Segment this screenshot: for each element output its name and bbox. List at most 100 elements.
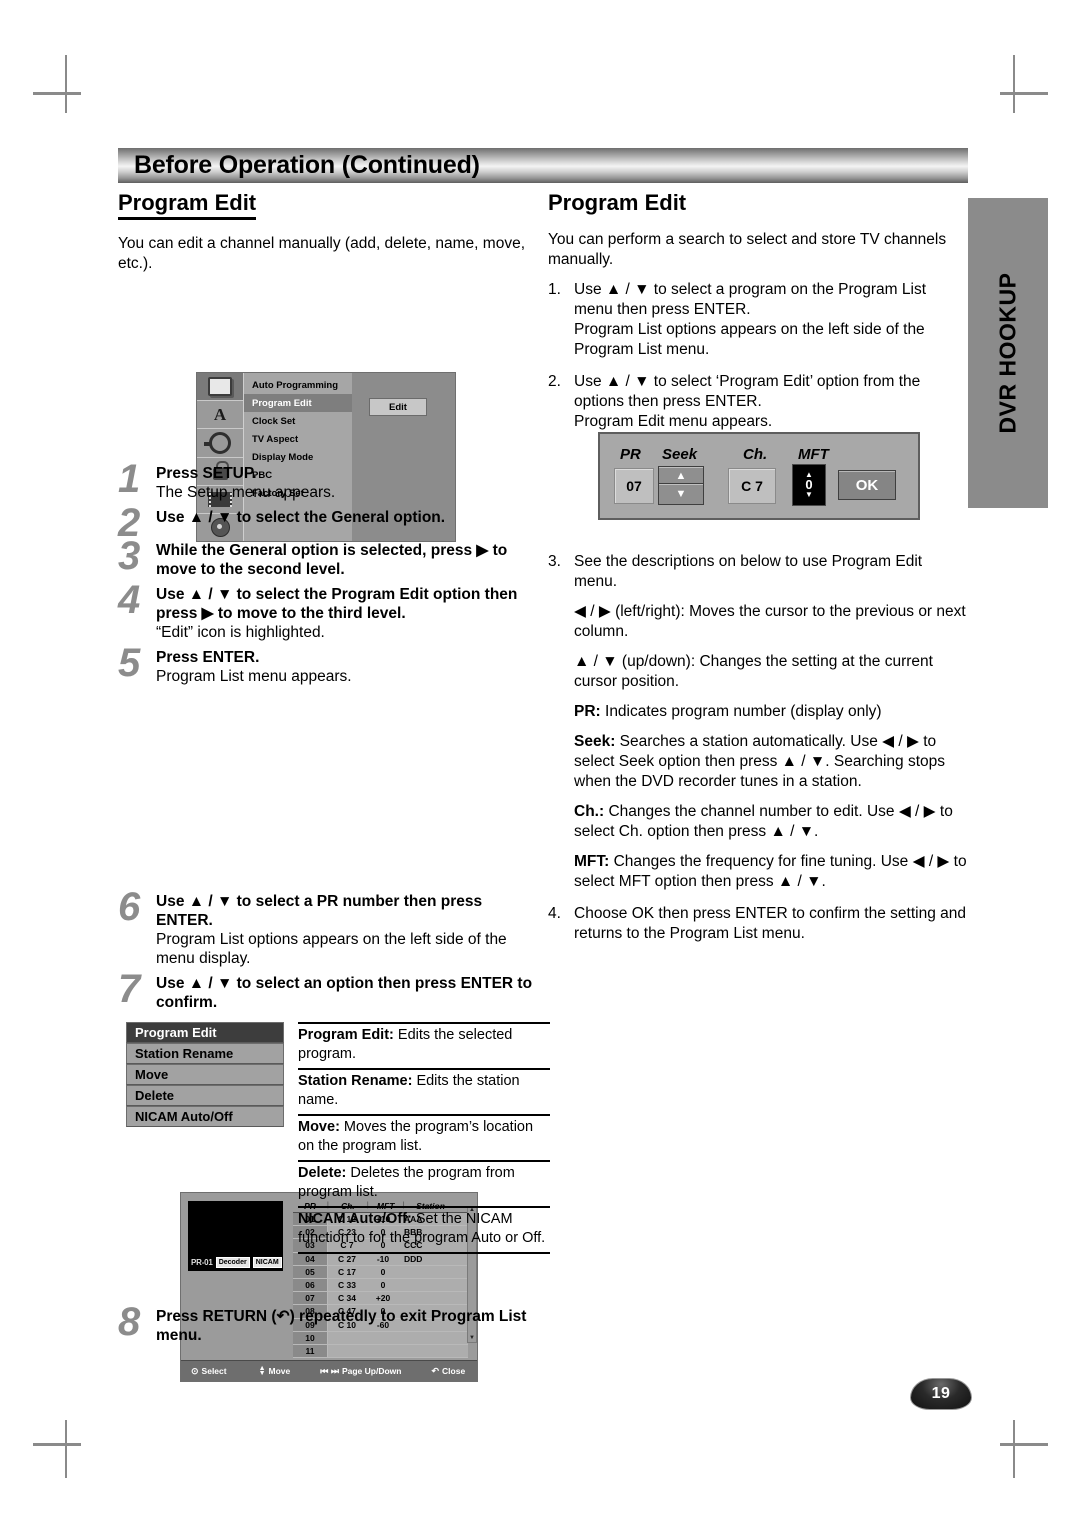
crop-mark-bottom-right-vertical (1013, 1420, 1015, 1478)
desc-up-down: ▲ / ▼ (up/down): Changes the setting at … (574, 652, 968, 692)
step-6: 6 Use ▲ / ▼ to select a PR number then p… (118, 887, 538, 968)
description-delete: Delete: Deletes the program from program… (298, 1162, 550, 1208)
step-number: 8 (118, 1300, 141, 1344)
document-page: Before Operation (Continued) DVR HOOKUP … (0, 0, 1080, 1528)
crop-mark-top-left-vertical (65, 55, 67, 113)
footer-close-label: Close (442, 1366, 466, 1376)
description-term: Move: (298, 1119, 340, 1135)
right-step-4: 4. Choose OK then press ENTER to confirm… (548, 904, 968, 944)
description-term: Station Rename: (298, 1073, 413, 1089)
footer-move[interactable]: ▲ ▼ Move (258, 1365, 291, 1377)
left-column: Program Edit You can edit a channel manu… (118, 190, 550, 1382)
step-number: 6 (118, 885, 141, 929)
description-nicam-auto-off: NICAM Auto/Off: Set the NICAM function t… (298, 1208, 550, 1254)
description-move: Move: Moves the program’s location on th… (298, 1116, 550, 1162)
description-term: Program Edit: (298, 1027, 394, 1043)
desc-ch: Ch.: Changes the channel number to edit.… (574, 802, 968, 842)
option-move[interactable]: Move (126, 1064, 284, 1085)
footer-page-label: Page Up/Down (341, 1366, 402, 1376)
footer-page-updown[interactable]: ⏮ ⏭ Page Up/Down (320, 1366, 401, 1377)
side-tab-label: DVR HOOKUP (994, 272, 1021, 434)
step-lead: Use ▲ / ▼ to select the Program Edit opt… (156, 586, 518, 622)
step-sub: The Setup menu appears. (156, 484, 336, 501)
skip-icon: ⏮ ⏭ (320, 1365, 339, 1376)
setup-menu-item-clock-set[interactable]: Clock Set (244, 412, 352, 430)
crop-mark-top-right-vertical (1013, 55, 1015, 113)
step-line: Program List options appears on the left… (574, 321, 925, 358)
footer-move-label: Move (268, 1366, 291, 1376)
mft-value: 0 (805, 477, 813, 492)
setup-menu-figure-wrap: A Auto Programming Program Edit Clock Se… (118, 284, 538, 542)
step-3: 3 While the General option is selected, … (118, 536, 538, 579)
step-7: 7 Use ▲ / ▼ to select an option then pre… (118, 969, 538, 1012)
page-number: 19 (931, 1385, 951, 1402)
crop-mark-bottom-right-horizontal (1000, 1443, 1048, 1446)
step-lead: Use ▲ / ▼ to select the General option. (156, 509, 446, 526)
crop-mark-bottom-left-horizontal (33, 1443, 81, 1446)
step-2: 2 Use ▲ / ▼ to select the General option… (118, 503, 538, 543)
options-figure-wrap: Program Edit Station Rename Move Delete … (118, 1022, 550, 1297)
page-number-shape: 19 (910, 1378, 972, 1410)
mft-value-box[interactable]: ▲ 0 ▼ (792, 464, 826, 506)
language-icon[interactable]: A (197, 401, 243, 430)
step-number: 3. (548, 553, 561, 570)
step-sub: Program List options appears on the left… (156, 931, 507, 967)
updown-icon: ▲ ▼ (258, 1365, 266, 1377)
option-station-rename[interactable]: Station Rename (126, 1043, 284, 1064)
setup-menu-item-tv-aspect[interactable]: TV Aspect (244, 430, 352, 448)
step-line: Use ▲ / ▼ to select ‘Program Edit’ optio… (574, 373, 921, 410)
step-number: 4. (548, 905, 561, 922)
desc-text: Indicates program number (display only) (600, 703, 882, 720)
desc-left-right: ◀ / ▶ (left/right): Moves the cursor to … (574, 602, 968, 642)
step-number: 1. (548, 281, 561, 298)
step-3-intro: See the descriptions on below to use Pro… (574, 553, 923, 590)
footer-close[interactable]: ↶ Close (431, 1366, 465, 1377)
ok-button[interactable]: OK (838, 470, 896, 500)
step-lead: Press RETURN (↶) repeatedly to exit Prog… (156, 1307, 538, 1345)
desc-mft: MFT: Changes the frequency for fine tuni… (574, 852, 968, 892)
step-lead: While the General option is selected, pr… (156, 542, 508, 578)
right-intro-text: You can perform a search to select and s… (548, 231, 947, 268)
option-descriptions: Program Edit: Edits the selected program… (298, 1022, 550, 1254)
panel-label-pr: PR (620, 446, 641, 463)
description-term: Delete: (298, 1165, 347, 1181)
step-lead: Use ▲ / ▼ to select a PR number then pre… (156, 893, 483, 929)
desc-term: Seek: (574, 733, 616, 750)
tv-icon[interactable] (197, 373, 243, 402)
return-icon: ↶ (276, 1308, 290, 1325)
setup-menu-item-program-edit[interactable]: Program Edit (244, 394, 352, 412)
panel-label-seek: Seek (662, 446, 698, 463)
desc-term: Ch.: (574, 803, 605, 820)
ch-value-box[interactable]: C 7 (728, 468, 776, 504)
option-program-edit[interactable]: Program Edit (126, 1022, 284, 1043)
step-number: 3 (118, 534, 141, 578)
step-lead: Press SETUP. (156, 465, 257, 482)
step-lead: Press ENTER. (156, 649, 260, 666)
page-header-banner: Before Operation (Continued) (118, 148, 968, 183)
option-nicam-auto-off[interactable]: NICAM Auto/Off (126, 1106, 284, 1127)
setup-menu-item-auto-programming[interactable]: Auto Programming (244, 376, 352, 394)
footer-select[interactable]: ⊙ Select (191, 1366, 227, 1377)
left-section-title: Program Edit (118, 190, 257, 220)
page-number-badge: 19 (910, 1378, 972, 1410)
desc-text: Changes the channel number to edit. Use … (574, 803, 953, 840)
desc-term: ◀ / ▶ (left/right): (574, 603, 685, 620)
desc-term: MFT: (574, 853, 610, 870)
pr-value-box: 07 (614, 468, 654, 504)
right-step-3: 3. See the descriptions on below to use … (548, 552, 968, 892)
cell-pr: 11 (293, 1344, 328, 1358)
table-row[interactable]: 11 (293, 1344, 468, 1359)
seek-down-button[interactable]: ▼ (658, 483, 704, 505)
section-side-tab: DVR HOOKUP (968, 198, 1048, 508)
step-1: 1 Press SETUP. The Setup menu appears. (118, 459, 538, 502)
crop-mark-top-left-horizontal (33, 92, 81, 95)
mft-down-arrow-icon: ▼ (805, 490, 813, 499)
edit-button[interactable]: Edit (369, 398, 427, 416)
crop-mark-top-right-horizontal (1000, 92, 1048, 95)
program-list-footer-bar: ⊙ Select ▲ ▼ Move ⏮ ⏭ Page Up/Down ↶ Clos… (181, 1360, 477, 1381)
step-number: 4 (118, 578, 141, 622)
option-delete[interactable]: Delete (126, 1085, 284, 1106)
step-number: 5 (118, 641, 141, 685)
program-list-figure-wrap: PR-01 Decoder NICAM PR | Ch. | MFT | Sta… (118, 692, 538, 1382)
audio-icon[interactable] (197, 429, 243, 458)
